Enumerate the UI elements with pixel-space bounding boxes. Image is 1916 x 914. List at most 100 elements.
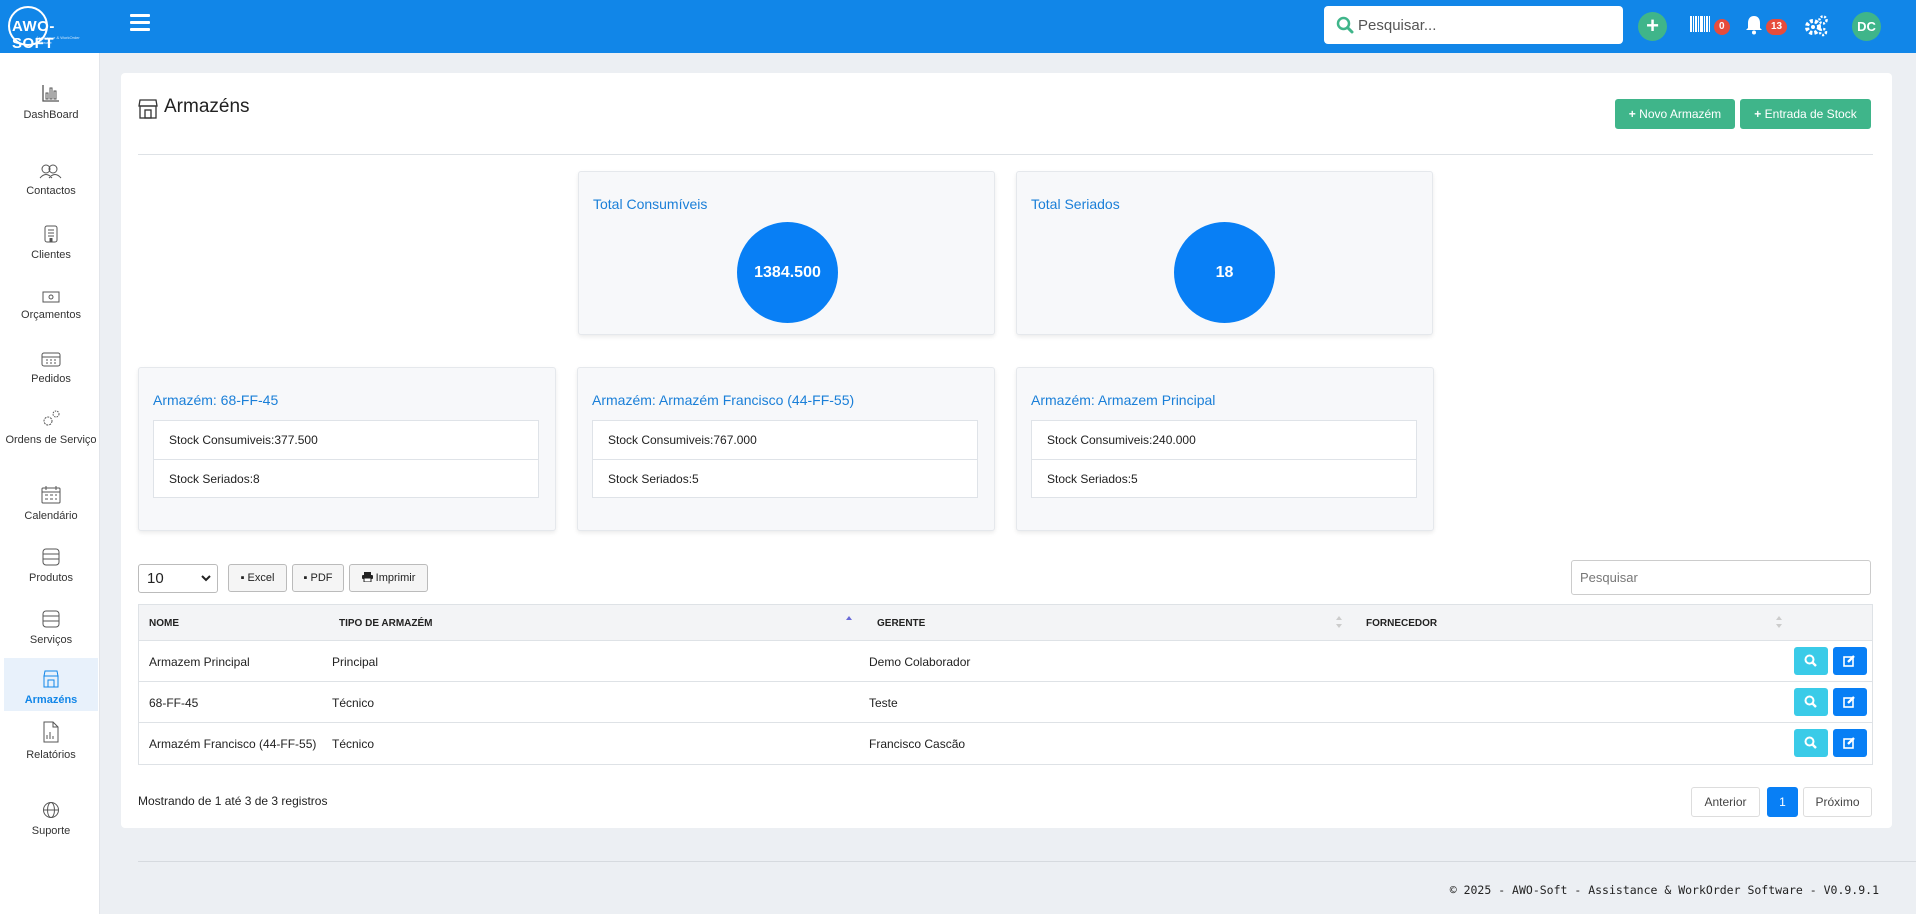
sidebar-item-label: DashBoard	[23, 109, 79, 121]
printer-icon	[361, 572, 373, 583]
cell-name: Armazem Principal	[149, 655, 250, 669]
gears-icon	[43, 410, 60, 426]
bell-icon[interactable]	[1745, 15, 1763, 35]
pagination-previous[interactable]: Anterior	[1691, 787, 1760, 817]
search-icon	[1336, 16, 1354, 34]
sidebar-item-contactos[interactable]: Contactos	[4, 163, 98, 197]
search-icon	[1804, 736, 1817, 749]
user-avatar[interactable]: DC	[1852, 12, 1881, 41]
sidebar: DashBoard Contactos Clientes Orçamentos …	[0, 53, 100, 914]
database-icon	[42, 548, 60, 566]
cell-name: Armazém Francisco (44-FF-55)	[149, 737, 317, 751]
export-excel-label: Excel	[247, 572, 275, 584]
table-search	[1571, 560, 1871, 595]
title-divider	[138, 154, 1873, 155]
sidebar-item-ordens-servico[interactable]: Ordens de Serviço	[4, 410, 98, 446]
pagination-next[interactable]: Próximo	[1803, 787, 1872, 817]
new-warehouse-label: Novo Armazém	[1639, 107, 1722, 121]
sort-asc-icon	[846, 616, 852, 620]
sidebar-item-calendario[interactable]: Calendário	[4, 486, 98, 522]
settings-gears-icon[interactable]	[1804, 15, 1828, 37]
sidebar-item-label: Contactos	[26, 185, 76, 197]
stock-serialized: Stock Seriados:5	[593, 459, 977, 497]
sidebar-item-label: Calendário	[24, 510, 78, 522]
footer-divider	[138, 861, 1916, 862]
warehouse-stock-list: Stock Consumiveis:240.000 Stock Seriados…	[1031, 420, 1417, 498]
calendar-icon	[41, 486, 61, 504]
sidebar-item-label: Produtos	[28, 572, 74, 584]
sidebar-item-armazens[interactable]: Armazéns	[4, 658, 98, 711]
edit-button[interactable]	[1833, 647, 1867, 675]
page-title: Armazéns	[164, 96, 250, 117]
column-header-supplier[interactable]: FORNECEDOR	[1366, 618, 1437, 629]
column-header-type[interactable]: TIPO DE ARMAZÉM	[339, 618, 433, 629]
edit-icon	[1843, 696, 1855, 708]
warehouse-card: Armazém: 68-FF-45 Stock Consumiveis:377.…	[138, 367, 556, 531]
sidebar-item-relatorios[interactable]: Relatórios	[4, 721, 98, 761]
sidebar-item-label: Orçamentos	[21, 309, 81, 321]
cell-type: Principal	[332, 655, 379, 669]
column-header-name[interactable]: NOME	[149, 618, 179, 629]
sidebar-item-label: Serviços	[29, 634, 73, 646]
column-header-manager[interactable]: GERENTE	[877, 618, 925, 629]
global-search	[1324, 6, 1623, 44]
total-consumables-title: Total Consumíveis	[593, 196, 708, 212]
pagination-page-1[interactable]: 1	[1767, 787, 1798, 817]
global-search-input[interactable]	[1358, 12, 1613, 38]
warehouse-card-title: Armazém: Armazem Principal	[1031, 392, 1216, 408]
search-icon	[1804, 654, 1817, 667]
edit-button[interactable]	[1833, 729, 1867, 757]
sidebar-item-dashboard[interactable]: DashBoard	[4, 83, 98, 121]
sidebar-item-label: Suporte	[31, 825, 71, 837]
bar-chart-icon	[42, 85, 59, 102]
page-size-select[interactable]: 10	[138, 564, 218, 593]
sort-icon	[1776, 616, 1782, 628]
warehouse-card-title: Armazém: 68-FF-45	[153, 392, 279, 408]
sidebar-item-orcamentos[interactable]: Orçamentos	[4, 291, 98, 321]
view-button[interactable]	[1794, 729, 1828, 757]
total-consumables-card: Total Consumíveis 1384.500	[578, 171, 995, 335]
menu-toggle-icon[interactable]	[130, 14, 150, 36]
app-logo[interactable]: AWO-SOFT Assistance & WorkOrder Software	[6, 4, 96, 52]
warehouse-card: Armazém: Armazem Principal Stock Consumi…	[1016, 367, 1434, 531]
footer-copyright: © 2025 - AWO-Soft - Assistance & WorkOrd…	[1449, 883, 1879, 897]
table-row: 68-FF-45 Técnico Teste	[139, 682, 1872, 723]
sidebar-item-label: Ordens de Serviço	[5, 434, 97, 446]
stock-entry-button[interactable]: + Entrada de Stock	[1740, 99, 1871, 129]
cell-name: 68-FF-45	[149, 696, 199, 710]
export-pdf-button[interactable]: ▪ PDF	[292, 564, 344, 592]
cell-manager: Demo Colaborador	[869, 655, 971, 669]
table-search-input[interactable]	[1572, 561, 1870, 594]
new-warehouse-button[interactable]: + Novo Armazém	[1615, 99, 1735, 129]
print-button[interactable]: Imprimir	[349, 564, 428, 592]
quick-add-button[interactable]: +	[1638, 12, 1667, 41]
view-button[interactable]	[1794, 688, 1828, 716]
total-serialized-title: Total Seriados	[1031, 196, 1120, 212]
edit-button[interactable]	[1833, 688, 1867, 716]
sidebar-item-clientes[interactable]: Clientes	[4, 225, 98, 261]
export-pdf-label: PDF	[310, 572, 333, 584]
warehouse-card-title: Armazém: Armazém Francisco (44-FF-55)	[592, 392, 855, 408]
money-icon	[42, 291, 60, 303]
logo-tagline: Assistance & WorkOrder Software	[36, 35, 80, 45]
sidebar-item-pedidos[interactable]: Pedidos	[4, 351, 98, 385]
barcode-icon[interactable]	[1690, 16, 1710, 32]
sidebar-item-produtos[interactable]: Produtos	[4, 548, 98, 584]
globe-icon	[43, 802, 59, 818]
table-row: Armazem Principal Principal Demo Colabor…	[139, 641, 1872, 682]
stock-serialized: Stock Seriados:8	[154, 459, 538, 497]
total-serialized-value: 18	[1174, 222, 1275, 323]
sidebar-item-suporte[interactable]: Suporte	[4, 801, 98, 837]
search-icon	[1804, 695, 1817, 708]
plus-icon: +	[1628, 107, 1636, 121]
notifications-badge: 13	[1766, 19, 1788, 35]
building-icon	[44, 225, 58, 243]
table-header: NOME TIPO DE ARMAZÉM GERENTE FORNECEDOR	[139, 605, 1872, 641]
export-excel-button[interactable]: ▪ Excel	[228, 564, 287, 592]
view-button[interactable]	[1794, 647, 1828, 675]
sidebar-item-label: Relatórios	[26, 749, 76, 761]
cell-type: Técnico	[332, 696, 375, 710]
stock-entry-label: Entrada de Stock	[1764, 107, 1857, 121]
sidebar-item-servicos[interactable]: Serviços	[4, 610, 98, 646]
database-icon	[42, 610, 60, 628]
